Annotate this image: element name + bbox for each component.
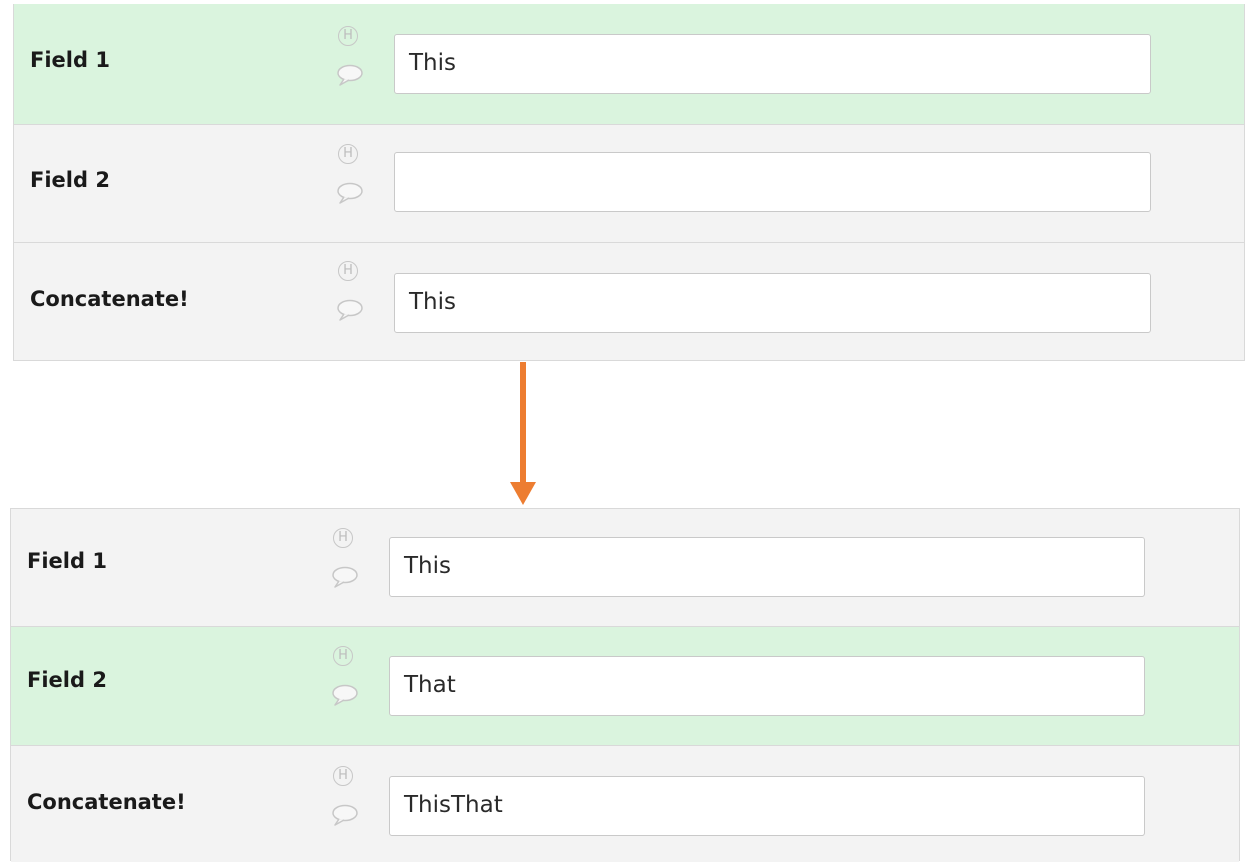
comment-bubble-icon[interactable] xyxy=(330,682,360,708)
field-1-input[interactable]: This xyxy=(394,34,1151,94)
row-icons: H xyxy=(332,26,368,106)
comment-bubble-icon[interactable] xyxy=(335,180,365,206)
field-1-label: Field 1 xyxy=(30,48,110,72)
field-2-label: Field 2 xyxy=(30,168,110,192)
history-icon[interactable]: H xyxy=(338,26,358,46)
history-icon[interactable]: H xyxy=(338,144,358,164)
history-icon[interactable]: H xyxy=(338,261,358,281)
concatenate-input[interactable]: This xyxy=(394,273,1151,333)
comment-bubble-icon[interactable] xyxy=(330,564,360,590)
concatenate-input[interactable]: ThisThat xyxy=(389,776,1145,836)
row-icons: H xyxy=(327,646,363,726)
concatenate-label: Concatenate! xyxy=(27,790,186,814)
field-2-label: Field 2 xyxy=(27,668,107,692)
concatenate-label: Concatenate! xyxy=(30,287,189,311)
row-concatenate: Concatenate! H This xyxy=(14,243,1244,360)
row-icons: H xyxy=(332,144,368,224)
history-icon[interactable]: H xyxy=(333,766,353,786)
row-field-2: Field 2 H That xyxy=(11,627,1239,746)
row-field-1: Field 1 H This xyxy=(14,4,1244,125)
row-concatenate: Concatenate! H ThisThat xyxy=(11,746,1239,862)
comment-bubble-icon[interactable] xyxy=(335,297,365,323)
row-icons: H xyxy=(327,528,363,608)
form-after: Field 1 H This Field 2 H That Concatenat… xyxy=(10,508,1240,862)
field-1-label: Field 1 xyxy=(27,549,107,573)
comment-bubble-icon[interactable] xyxy=(330,802,360,828)
row-icons: H xyxy=(332,261,368,341)
field-2-input[interactable] xyxy=(394,152,1151,212)
down-arrow-icon xyxy=(510,362,536,505)
row-field-1: Field 1 H This xyxy=(11,509,1239,627)
form-before: Field 1 H This Field 2 H Concatenate! H xyxy=(13,4,1245,361)
field-1-input[interactable]: This xyxy=(389,537,1145,597)
history-icon[interactable]: H xyxy=(333,528,353,548)
field-2-input[interactable]: That xyxy=(389,656,1145,716)
comment-bubble-icon[interactable] xyxy=(335,62,365,88)
history-icon[interactable]: H xyxy=(333,646,353,666)
row-field-2: Field 2 H xyxy=(14,125,1244,243)
row-icons: H xyxy=(327,766,363,846)
